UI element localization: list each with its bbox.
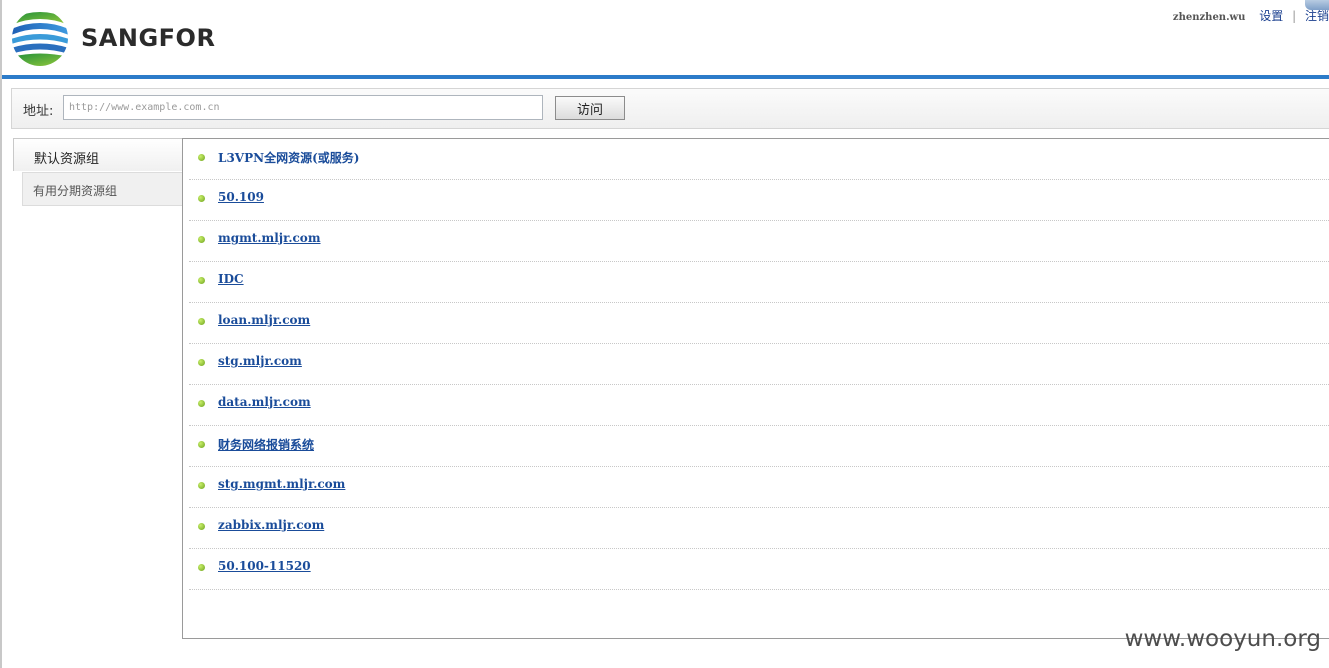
group-tab-label: 有用分期资源组 <box>33 184 118 198</box>
bullet-icon <box>198 359 205 366</box>
list-item: 财务网络报销系统 <box>189 426 1329 467</box>
address-bar: 地址: 访问 <box>11 88 1329 129</box>
bullet-icon <box>198 154 205 161</box>
list-item: stg.mgmt.mljr.com <box>189 467 1329 508</box>
resource-link[interactable]: stg.mljr.com <box>218 354 302 368</box>
resource-list: L3VPN全网资源(或服务) 50.109 mgmt.mljr.com IDC … <box>189 139 1329 590</box>
group-tab-default[interactable]: 默认资源组 <box>13 138 182 171</box>
resource-link[interactable]: data.mljr.com <box>218 395 311 409</box>
link-separator: | <box>1292 9 1297 23</box>
list-item: loan.mljr.com <box>189 303 1329 344</box>
bullet-icon <box>198 318 205 325</box>
resource-link[interactable]: stg.mgmt.mljr.com <box>218 477 345 491</box>
bullet-icon <box>198 195 205 202</box>
visit-button[interactable]: 访问 <box>555 96 625 120</box>
list-item: data.mljr.com <box>189 385 1329 426</box>
resource-panel: L3VPN全网资源(或服务) 50.109 mgmt.mljr.com IDC … <box>182 138 1329 639</box>
list-item: zabbix.mljr.com <box>189 508 1329 549</box>
resource-link[interactable]: 50.109 <box>218 190 264 204</box>
address-label: 地址: <box>23 104 54 119</box>
list-item: L3VPN全网资源(或服务) <box>189 139 1329 180</box>
list-item: 50.109 <box>189 180 1329 221</box>
watermark-text: www.wooyun.org <box>1124 626 1321 652</box>
bullet-icon <box>198 441 205 448</box>
resource-link[interactable]: mgmt.mljr.com <box>218 231 321 245</box>
user-links: zhenzhen.wu 设置 | 注销 <box>1173 7 1329 24</box>
address-input[interactable] <box>63 95 543 120</box>
list-item: IDC <box>189 262 1329 303</box>
resource-link[interactable]: IDC <box>218 272 244 286</box>
group-tab-installment[interactable]: 有用分期资源组 <box>22 172 182 206</box>
resource-link[interactable]: zabbix.mljr.com <box>218 518 324 532</box>
bullet-icon <box>198 482 205 489</box>
settings-link[interactable]: 设置 <box>1259 9 1283 23</box>
brand-name: SANGFOR <box>81 24 216 52</box>
bullet-icon <box>198 400 205 407</box>
bullet-icon <box>198 236 205 243</box>
header: SANGFOR zhenzhen.wu 设置 | 注销 <box>0 0 1329 76</box>
resource-link[interactable]: L3VPN全网资源(或服务) <box>218 149 359 166</box>
bullet-icon <box>198 564 205 571</box>
resource-link[interactable]: 财务网络报销系统 <box>218 436 314 453</box>
header-divider <box>2 75 1329 79</box>
sangfor-logo-icon <box>12 10 68 66</box>
resource-link[interactable]: 50.100-11520 <box>218 559 311 573</box>
list-item: stg.mljr.com <box>189 344 1329 385</box>
left-border <box>0 0 2 668</box>
corner-decoration-icon <box>1305 0 1329 10</box>
bullet-icon <box>198 523 205 530</box>
logout-link[interactable]: 注销 <box>1305 9 1329 23</box>
group-tab-label: 默认资源组 <box>34 152 100 167</box>
list-item: 50.100-11520 <box>189 549 1329 590</box>
list-item: mgmt.mljr.com <box>189 221 1329 262</box>
resource-link[interactable]: loan.mljr.com <box>218 313 310 327</box>
bullet-icon <box>198 277 205 284</box>
username: zhenzhen.wu <box>1172 12 1246 23</box>
